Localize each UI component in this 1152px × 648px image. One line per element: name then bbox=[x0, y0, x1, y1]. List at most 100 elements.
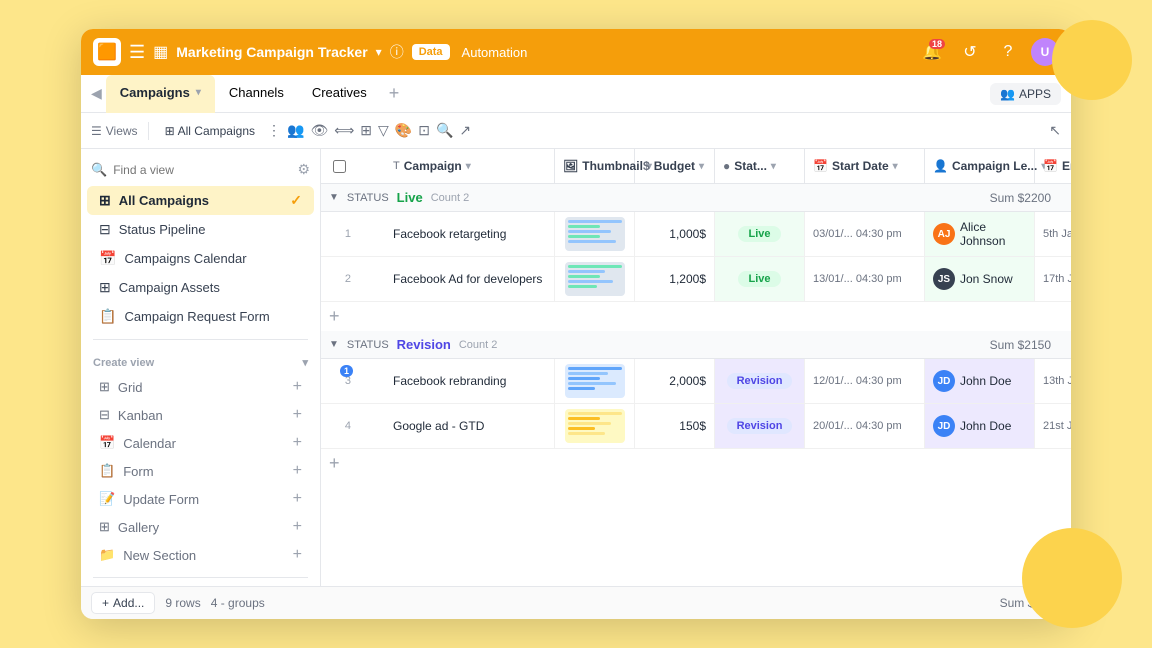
calendar-add-icon[interactable]: + bbox=[293, 434, 302, 452]
sidebar-item-kanban[interactable]: ⊟ Kanban + bbox=[87, 401, 314, 429]
row-1-status[interactable]: Live bbox=[715, 212, 805, 256]
settings-icon[interactable]: ⚙ bbox=[297, 161, 310, 178]
table-row[interactable]: 1 Facebook retargeting bbox=[321, 212, 1071, 257]
group-icon[interactable]: 👥 bbox=[287, 122, 304, 139]
add-row-live[interactable]: + bbox=[321, 302, 1071, 331]
update-form-add-icon[interactable]: + bbox=[293, 490, 302, 508]
expand-icon[interactable]: ⊡ bbox=[418, 122, 430, 139]
row-3-enddate: 13th Jan... 00:00 bbox=[1035, 359, 1071, 403]
automation-btn[interactable]: Automation bbox=[462, 45, 528, 60]
enddate-col-header[interactable]: 📅 End Date bbox=[1035, 149, 1071, 183]
thumbnail-col-icon: 🖼 bbox=[563, 159, 578, 173]
row-4-campaign[interactable]: Google ad - GTD bbox=[385, 404, 555, 448]
budget-col-icon: $ bbox=[643, 159, 650, 173]
sidebar-item-status-pipeline[interactable]: ⊟ Status Pipeline bbox=[87, 215, 314, 244]
row-4-lead-name: John Doe bbox=[960, 419, 1011, 433]
status-col-header[interactable]: ● Stat... ▾ bbox=[715, 149, 805, 183]
grid-icon[interactable]: ▦ bbox=[153, 42, 168, 62]
sidebar-item-campaign-assets[interactable]: ⊞ Campaign Assets bbox=[87, 273, 314, 302]
app-title: Marketing Campaign Tracker bbox=[176, 44, 367, 60]
hide-icon[interactable]: 👁 bbox=[310, 122, 328, 139]
sidebar-item-campaigns-calendar[interactable]: 📅 Campaigns Calendar bbox=[87, 244, 314, 273]
title-chevron-icon[interactable]: ▾ bbox=[376, 45, 382, 59]
select-all-checkbox[interactable] bbox=[321, 149, 357, 183]
row-4-status[interactable]: Revision bbox=[715, 404, 805, 448]
row-2-budget-text: 1,200$ bbox=[669, 272, 706, 286]
add-button[interactable]: + Add... bbox=[91, 592, 155, 614]
row-2-enddate: 17th Jan... 00:00 bbox=[1035, 257, 1071, 301]
row-4-startdate-text: 20/01/... bbox=[813, 420, 853, 432]
grid-add-icon[interactable]: + bbox=[293, 378, 302, 396]
group-revision-collapse-icon[interactable]: ▼ bbox=[329, 339, 339, 350]
notifications-button[interactable]: 🔔 18 bbox=[917, 37, 947, 67]
tab-channels[interactable]: Channels bbox=[215, 75, 298, 113]
thumbnail-col-header[interactable]: 🖼 Thumbnail ▾ bbox=[555, 149, 635, 183]
all-rows-checkbox[interactable] bbox=[333, 160, 346, 173]
search-input[interactable] bbox=[113, 163, 291, 177]
startdate-col-chevron: ▾ bbox=[893, 161, 898, 172]
share-icon[interactable]: ↗ bbox=[459, 122, 471, 139]
campaign-request-form-label: Campaign Request Form bbox=[124, 309, 269, 324]
top-bar: 🟧 ☰ ▦ Marketing Campaign Tracker ▾ ⓘ Dat… bbox=[81, 29, 1071, 75]
sidebar-item-form[interactable]: 📋 Form + bbox=[87, 457, 314, 485]
budget-col-header[interactable]: $ Budget ▾ bbox=[635, 149, 715, 183]
row-3-campaign[interactable]: Facebook rebranding bbox=[385, 359, 555, 403]
row-2-campaign[interactable]: Facebook Ad for developers bbox=[385, 257, 555, 301]
filter-rows-icon[interactable]: ⋮ bbox=[267, 122, 281, 139]
tab-chevron-icon[interactable]: ◀ bbox=[91, 85, 102, 102]
lead-col-header[interactable]: 👤 Campaign Le... ▾ bbox=[925, 149, 1035, 183]
group-revision-name: Revision bbox=[397, 337, 451, 352]
tab-campaigns[interactable]: Campaigns ▾ bbox=[106, 75, 215, 113]
thumbnail-col-label: Thumbnail bbox=[582, 159, 643, 173]
form-add-icon[interactable]: + bbox=[293, 462, 302, 480]
campaigns-calendar-label: Campaigns Calendar bbox=[124, 251, 246, 266]
row-3-campaign-text: Facebook rebranding bbox=[393, 374, 506, 388]
field-view-icon[interactable]: ⊞ bbox=[360, 122, 372, 139]
campaign-col-header[interactable]: T Campaign ▾ bbox=[385, 149, 555, 183]
info-icon[interactable]: ⓘ bbox=[390, 42, 404, 62]
new-section-add-icon[interactable]: + bbox=[293, 546, 302, 564]
sidebar-item-campaign-request-form[interactable]: 📋 Campaign Request Form bbox=[87, 302, 314, 331]
sidebar-item-all-campaigns[interactable]: ⊞ All Campaigns ✓ bbox=[87, 186, 314, 215]
gallery-add-icon[interactable]: + bbox=[293, 518, 302, 536]
table-row[interactable]: 3 1 Facebook rebranding bbox=[321, 359, 1071, 404]
new-section-icon: 📁 bbox=[99, 547, 115, 563]
startdate-col-header[interactable]: 📅 Start Date ▾ bbox=[805, 149, 925, 183]
row-2-status[interactable]: Live bbox=[715, 257, 805, 301]
row-1-starttime-text: 04:30 pm bbox=[856, 228, 902, 240]
row-3-status[interactable]: Revision bbox=[715, 359, 805, 403]
row-height-icon[interactable]: ⟺ bbox=[334, 122, 354, 139]
row-1-avatar: AJ bbox=[933, 223, 955, 245]
campaign-col-chevron: ▾ bbox=[466, 161, 471, 172]
table-row[interactable]: 2 Facebook Ad for developers bbox=[321, 257, 1071, 302]
sidebar-item-gallery[interactable]: ⊞ Gallery + bbox=[87, 513, 314, 541]
data-badge[interactable]: Data bbox=[412, 44, 450, 60]
row-4-starttime-text: 04:30 pm bbox=[856, 420, 902, 432]
apps-button[interactable]: 👥 APPS bbox=[990, 83, 1061, 105]
filter-icon[interactable]: ▽ bbox=[378, 122, 389, 139]
menu-icon[interactable]: ☰ bbox=[129, 42, 145, 63]
color-icon[interactable]: 🎨 bbox=[395, 122, 412, 139]
kanban-add-icon[interactable]: + bbox=[293, 406, 302, 424]
row-3-avatar: JD bbox=[933, 370, 955, 392]
current-view-btn[interactable]: ⊞ All Campaigns bbox=[159, 122, 261, 140]
row-2-startdate: 13/01/... 04:30 pm bbox=[805, 257, 925, 301]
tab-creatives[interactable]: Creatives bbox=[298, 75, 381, 113]
table-row[interactable]: 4 Google ad - GTD bbox=[321, 404, 1071, 449]
thumbnail-1 bbox=[565, 217, 625, 251]
table-area[interactable]: T Campaign ▾ 🖼 Thumbnail ▾ $ Budget ▾ ● … bbox=[321, 149, 1071, 586]
group-live-collapse-icon[interactable]: ▼ bbox=[329, 192, 339, 203]
undo-button[interactable]: ↺ bbox=[955, 37, 985, 67]
help-button[interactable]: ? bbox=[993, 37, 1023, 67]
add-tab-button[interactable]: + bbox=[381, 83, 408, 104]
views-button[interactable]: ☰ Views bbox=[91, 124, 138, 138]
row-1-campaign[interactable]: Facebook retargeting bbox=[385, 212, 555, 256]
status-col-label: Stat... bbox=[734, 159, 767, 173]
sidebar-item-update-form[interactable]: 📝 Update Form + bbox=[87, 485, 314, 513]
sidebar-item-calendar[interactable]: 📅 Calendar + bbox=[87, 429, 314, 457]
row-4-enddate: 21st Jan... 23:00 bbox=[1035, 404, 1071, 448]
add-row-revision[interactable]: + bbox=[321, 449, 1071, 478]
sidebar-item-new-section[interactable]: 📁 New Section + bbox=[87, 541, 314, 569]
sidebar-item-grid[interactable]: ⊞ Grid + bbox=[87, 373, 314, 401]
search-icon[interactable]: 🔍 bbox=[436, 122, 453, 139]
